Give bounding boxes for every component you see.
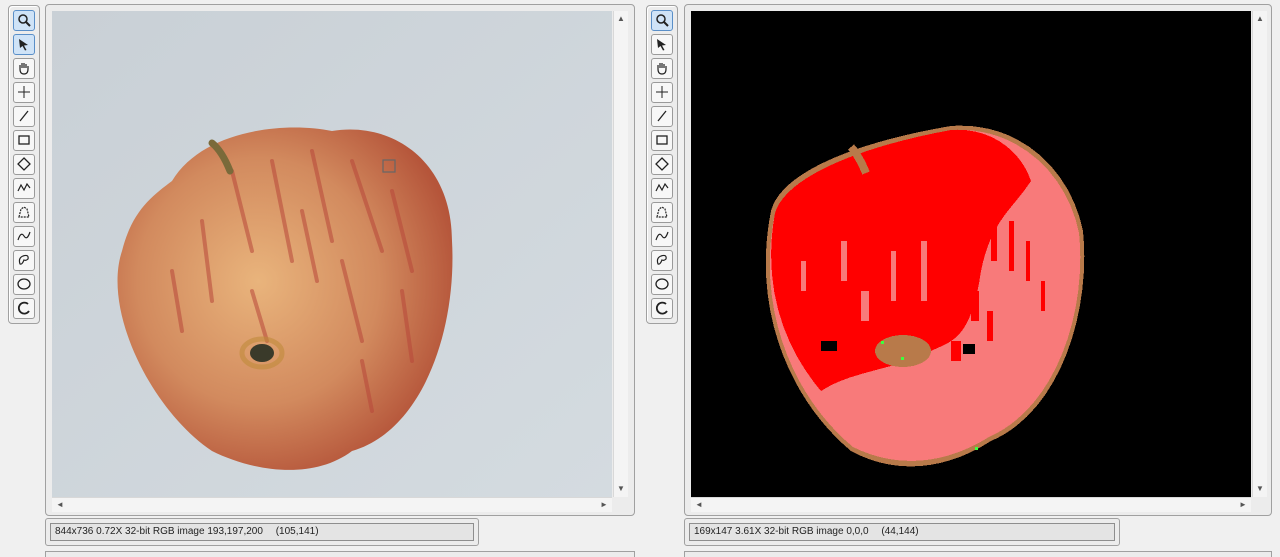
left-image-viewer: ▲ ▼ ◄ ► [45,4,635,516]
hand-icon [657,63,667,75]
image-info-text: 169x147 3.61X 32-bit RGB image 0,0,0 [694,526,869,537]
ellipse-tool-button[interactable] [651,274,673,295]
original-image-canvas[interactable] [52,11,612,497]
right-horizontal-scrollbar[interactable]: ◄ ► [691,497,1251,512]
scroll-left-arrow[interactable]: ◄ [54,499,66,511]
pan-tool-button[interactable] [651,58,673,79]
magnifier-icon [18,14,31,27]
line-icon [19,110,29,122]
cursor-coords-text: (105,141) [275,526,319,537]
left-vertical-scrollbar[interactable]: ▲ ▼ [613,11,628,497]
arc-icon [17,301,30,315]
diamond-icon [17,157,31,171]
right-toolbar [646,5,678,324]
left-horizontal-scrollbar[interactable]: ◄ ► [52,497,612,512]
rectangle-tool-button[interactable] [651,130,673,151]
arc-icon [655,301,668,315]
right-vertical-scrollbar[interactable]: ▲ ▼ [1252,11,1267,497]
magnifier-icon [656,14,669,27]
polygon-icon [656,206,668,218]
spline-tool-button[interactable] [13,226,35,247]
scroll-down-arrow[interactable]: ▼ [1254,483,1266,495]
pan-tool-button[interactable] [13,58,35,79]
scroll-up-arrow[interactable]: ▲ [1254,13,1266,25]
closed-curve-icon [18,254,29,265]
polyline-icon [655,182,669,192]
polygon-tool-button[interactable] [13,202,35,223]
ellipse-icon [655,278,669,290]
ellipse-tool-button[interactable] [13,274,35,295]
polyline-tool-button[interactable] [651,178,673,199]
point-tool-button[interactable] [13,82,35,103]
closed-curve-icon [656,254,667,265]
scroll-right-arrow[interactable]: ► [598,499,610,511]
arrow-icon [657,39,666,51]
zoom-tool-button[interactable] [13,10,35,31]
segmented-image-canvas[interactable] [691,11,1251,497]
polyline-icon [17,182,31,192]
scroll-down-arrow[interactable]: ▼ [615,483,627,495]
rectangle-tool-button[interactable] [13,130,35,151]
rotated-rect-tool-button[interactable] [651,154,673,175]
right-bottom-panel-edge [684,551,1272,557]
circle-arc-tool-button[interactable] [13,298,35,319]
right-status-field: 169x147 3.61X 32-bit RGB image 0,0,0 (44… [689,523,1115,541]
closed-spline-tool-button[interactable] [651,250,673,271]
left-toolbar [8,5,40,324]
crosshair-icon [656,86,668,98]
arrow-icon [19,39,28,51]
diamond-icon [655,157,669,171]
right-image-viewer: ▲ ▼ ◄ ► [684,4,1272,516]
polyline-tool-button[interactable] [13,178,35,199]
select-tool-button[interactable] [13,34,35,55]
select-tool-button[interactable] [651,34,673,55]
scroll-up-arrow[interactable]: ▲ [615,13,627,25]
spline-tool-button[interactable] [651,226,673,247]
polygon-tool-button[interactable] [651,202,673,223]
polygon-icon [18,206,30,218]
rectangle-icon [656,135,668,145]
line-tool-button[interactable] [651,106,673,127]
cursor-coords-text: (44,144) [881,526,919,537]
apple-photo [52,11,612,497]
scroll-left-arrow[interactable]: ◄ [693,499,705,511]
rectangle-icon [18,135,30,145]
segmented-apple [691,11,1251,497]
hand-icon [19,63,29,75]
curve-icon [17,231,31,241]
left-status-bar: 844x736 0.72X 32-bit RGB image 193,197,2… [45,518,479,546]
crosshair-icon [18,86,30,98]
line-icon [657,110,667,122]
circle-arc-tool-button[interactable] [651,298,673,319]
line-tool-button[interactable] [13,106,35,127]
scroll-right-arrow[interactable]: ► [1237,499,1249,511]
zoom-tool-button[interactable] [651,10,673,31]
left-status-field: 844x736 0.72X 32-bit RGB image 193,197,2… [50,523,474,541]
ellipse-icon [17,278,31,290]
closed-spline-tool-button[interactable] [13,250,35,271]
left-bottom-panel-edge [45,551,635,557]
rotated-rect-tool-button[interactable] [13,154,35,175]
point-tool-button[interactable] [651,82,673,103]
right-status-bar: 169x147 3.61X 32-bit RGB image 0,0,0 (44… [684,518,1120,546]
curve-icon [655,231,669,241]
image-info-text: 844x736 0.72X 32-bit RGB image 193,197,2… [55,526,263,537]
